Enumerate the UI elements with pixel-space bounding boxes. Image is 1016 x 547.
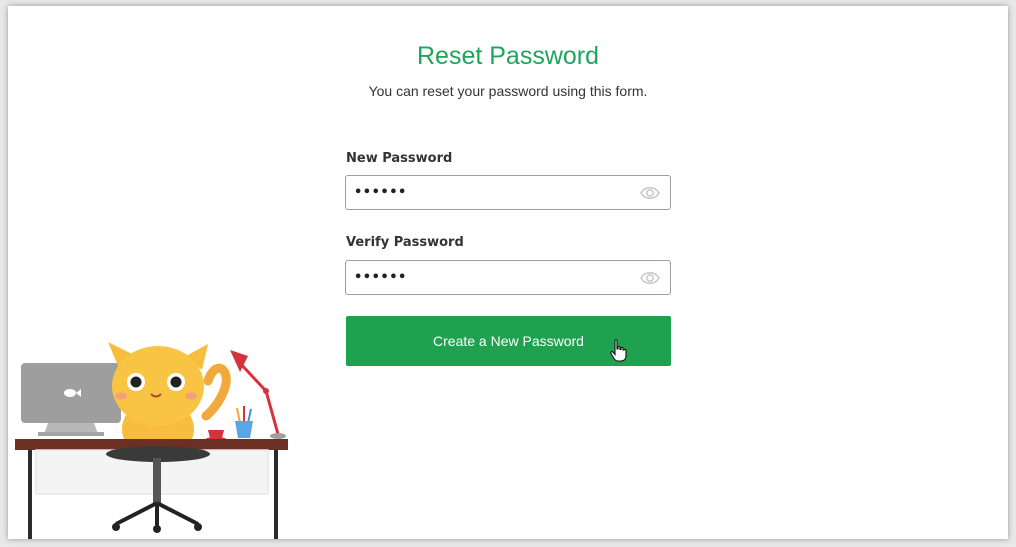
- new-password-field[interactable]: ••••••: [345, 175, 671, 210]
- new-password-value: ••••••: [354, 185, 407, 200]
- laptop-icon: [21, 363, 121, 436]
- verify-password-label: Verify Password: [346, 235, 464, 250]
- eye-icon[interactable]: [640, 185, 660, 201]
- cat-at-desk-illustration: [15, 342, 288, 539]
- create-new-password-button-label: Create a New Password: [433, 333, 584, 349]
- reset-password-page: Reset Password You can reset your passwo…: [8, 6, 1008, 539]
- page-title: Reset Password: [416, 42, 600, 70]
- pencil-cup-icon: [235, 406, 253, 438]
- hand-cursor-icon: [610, 339, 627, 362]
- page-subtitle: You can reset your password using this f…: [368, 83, 648, 99]
- eye-icon[interactable]: [640, 270, 660, 286]
- verify-password-field[interactable]: ••••••: [345, 260, 671, 295]
- new-password-label: New Password: [346, 151, 453, 166]
- verify-password-value: ••••••: [354, 270, 407, 285]
